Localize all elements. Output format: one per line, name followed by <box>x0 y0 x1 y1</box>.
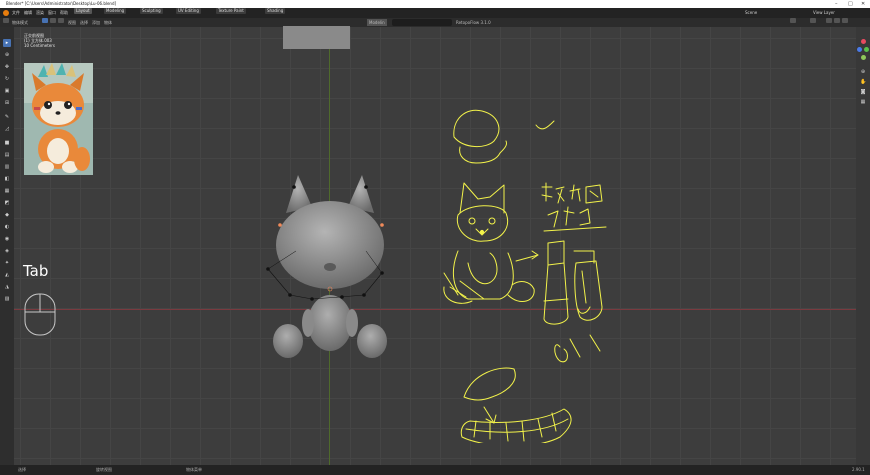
menu-window[interactable]: 窗口 <box>48 8 56 18</box>
mouse-icon <box>24 293 56 336</box>
bevel-icon[interactable]: ◧ <box>3 175 11 183</box>
viewport-header: 物体模式 视图 选择 添加 物体 全局 Modelin RetopoFlow 3… <box>0 18 870 27</box>
move-icon[interactable]: ✥ <box>3 63 11 71</box>
workspace-tab-modeling[interactable]: Modeling <box>104 8 127 14</box>
select-subtract-icon[interactable] <box>58 18 64 23</box>
poly-build-icon[interactable]: ◆ <box>3 211 11 219</box>
version-label: 2.90.1 <box>852 467 865 472</box>
minimize-icon[interactable]: – <box>835 0 838 8</box>
z-axis-icon[interactable] <box>857 47 862 52</box>
status-rotate-view: 旋转视图 <box>96 467 112 472</box>
window-titlebar: Blender* [C:\Users\Administrator\Desktop… <box>0 0 870 8</box>
navigation-gizmo: ⊕ ✋ ◙ ▦ <box>856 27 870 465</box>
select-extend-icon[interactable] <box>50 18 56 23</box>
scene-selector[interactable]: Scene <box>745 8 757 18</box>
status-select: 选择 <box>18 467 26 472</box>
x-axis-icon[interactable] <box>861 39 866 44</box>
hand-icon[interactable]: ✋ <box>860 79 866 85</box>
mode-selector[interactable]: 物体模式 <box>12 18 28 27</box>
maximize-icon[interactable]: □ <box>848 0 853 8</box>
menu-view[interactable]: 视图 <box>68 18 76 27</box>
inset-icon[interactable]: ▥ <box>3 163 11 171</box>
shading-solid-icon[interactable] <box>826 18 832 23</box>
grid-scale-info: 10 Centimeters <box>24 43 55 48</box>
spin-icon[interactable]: ◐ <box>3 223 11 231</box>
editor-type-icon[interactable] <box>3 18 9 23</box>
search-input[interactable] <box>392 19 452 26</box>
xray-icon[interactable] <box>810 18 816 23</box>
blender-logo-icon[interactable] <box>3 10 9 16</box>
shading-render-icon[interactable] <box>842 18 848 23</box>
rotate-icon[interactable]: ↻ <box>3 75 11 83</box>
edge-slide-icon[interactable]: ◈ <box>3 247 11 255</box>
y-neg-axis-icon[interactable] <box>861 55 866 60</box>
camera-icon[interactable]: ◙ <box>860 89 866 95</box>
left-toolbar: ▸ ⊕ ✥ ↻ ▣ ⊞ ✎ ◿ ■ ▤ ▥ ◧ ▦ ◩ ◆ ◐ ◉ ◈ ✦ ◭ … <box>0 27 14 465</box>
view-layer-selector[interactable]: View Layer <box>813 8 835 18</box>
menu-edit[interactable]: 编辑 <box>24 8 32 18</box>
workspace-tab-layout[interactable]: Layout <box>74 8 92 14</box>
cursor-3d-icon[interactable]: ⊕ <box>3 51 11 59</box>
pencil-icon[interactable]: ✎ <box>3 113 11 121</box>
cursor-icon[interactable]: ▸ <box>3 39 11 47</box>
menu-select[interactable]: 选择 <box>80 18 88 27</box>
menu-render[interactable]: 渲染 <box>36 8 44 18</box>
shading-material-icon[interactable] <box>834 18 840 23</box>
scale-icon[interactable]: ▣ <box>3 87 11 95</box>
menu-add[interactable]: 添加 <box>92 18 100 27</box>
workspace-tab-sculpting[interactable]: Sculpting <box>140 8 163 14</box>
knife-icon[interactable]: ◩ <box>3 199 11 207</box>
workspace-tab-shading[interactable]: Shading <box>265 8 286 14</box>
header-overlay-panel <box>283 26 350 49</box>
add-cube-icon[interactable]: ■ <box>3 139 11 147</box>
tab-key-hint: Tab <box>23 262 49 280</box>
fox-3d-model[interactable] <box>250 173 410 365</box>
menu-file[interactable]: 文件 <box>12 8 20 18</box>
annotation-sketch[interactable] <box>424 103 614 443</box>
reference-image[interactable] <box>24 63 93 175</box>
y-axis-icon[interactable] <box>864 47 869 52</box>
shrink-icon[interactable]: ✦ <box>3 259 11 267</box>
window-title: Blender* [C:\Users\Administrator\Desktop… <box>6 1 117 6</box>
status-object-menu: 物体菜单 <box>186 467 202 472</box>
extrude-icon[interactable]: ▤ <box>3 151 11 159</box>
close-icon[interactable]: ✕ <box>861 0 865 8</box>
transform-icon[interactable]: ⊞ <box>3 99 11 107</box>
workspace-tab-uv[interactable]: UV Editing <box>176 8 201 14</box>
menu-help[interactable]: 帮助 <box>60 8 68 18</box>
retopoflow-plugin[interactable]: RetopoFlow 3.1.0 <box>456 18 491 27</box>
loop-cut-icon[interactable]: ▦ <box>3 187 11 195</box>
menu-object[interactable]: 物体 <box>104 18 112 27</box>
select-box-icon[interactable] <box>42 18 48 23</box>
blender-window: Blender* [C:\Users\Administrator\Desktop… <box>0 0 870 475</box>
zoom-icon[interactable]: ⊕ <box>860 69 866 75</box>
status-bar: 选择 旋转视图 物体菜单 2.90.1 <box>0 465 870 475</box>
overlay-icon[interactable] <box>790 18 796 23</box>
workspace-tab-texture[interactable]: Texture Paint <box>216 8 246 14</box>
rip-icon[interactable]: ◮ <box>3 283 11 291</box>
top-menubar: 文件 编辑 渲染 窗口 帮助 Layout Modeling Sculpting… <box>0 8 870 18</box>
snap-selector[interactable]: Modelin <box>367 19 387 26</box>
ruler-icon[interactable]: ◿ <box>3 125 11 133</box>
3d-viewport[interactable]: 正交前视图 (1) 立方体.003 10 Centimeters Tab <box>14 27 856 465</box>
grid-icon[interactable]: ▦ <box>860 99 866 105</box>
measure-icon[interactable]: ▨ <box>3 295 11 303</box>
shear-icon[interactable]: ◭ <box>3 271 11 279</box>
smooth-icon[interactable]: ◉ <box>3 235 11 243</box>
